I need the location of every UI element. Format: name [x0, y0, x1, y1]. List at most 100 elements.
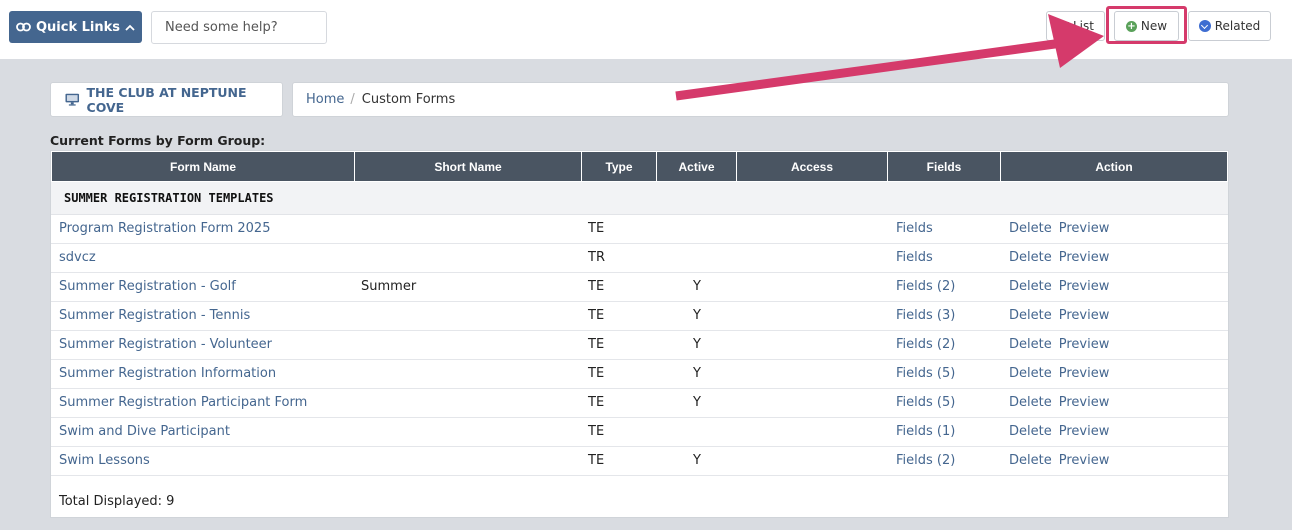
club-name: THE CLUB AT NEPTUNE COVE	[86, 84, 247, 115]
delete-link[interactable]: Delete	[1009, 453, 1052, 468]
header-type[interactable]: Type	[582, 152, 656, 181]
form-name-link[interactable]: Summer Registration - Golf	[59, 273, 236, 301]
list-button[interactable]: List	[1046, 11, 1105, 41]
related-button[interactable]: Related	[1188, 11, 1271, 41]
type-cell: TE	[588, 337, 605, 352]
form-name-link[interactable]: Summer Registration Participant Form	[59, 389, 307, 417]
active-cell: Y	[693, 337, 701, 352]
action-cell: Delete Preview	[1009, 389, 1109, 417]
forms-table-panel: Form Name Short Name Type Active Access …	[50, 150, 1229, 518]
header-access[interactable]: Access	[737, 152, 887, 181]
table-row: Summer Registration - Tennis TE Y Fields (3…	[51, 302, 1228, 331]
preview-link[interactable]: Preview	[1059, 395, 1110, 410]
action-cell: Delete Preview	[1009, 215, 1109, 243]
preview-link[interactable]: Preview	[1059, 453, 1110, 468]
list-label: List	[1073, 19, 1094, 33]
fields-link[interactable]: Fields (5)	[896, 360, 955, 388]
active-cell: Y	[693, 279, 701, 294]
table-row: Summer Registration Participant Form TE Y F…	[51, 389, 1228, 418]
form-name-link[interactable]: Swim Lessons	[59, 447, 150, 475]
preview-link[interactable]: Preview	[1059, 308, 1110, 323]
preview-link[interactable]: Preview	[1059, 250, 1110, 265]
action-cell: Delete Preview	[1009, 331, 1109, 359]
fields-link[interactable]: Fields (1)	[896, 418, 955, 446]
list-icon	[1057, 22, 1069, 30]
fields-link[interactable]: Fields (3)	[896, 302, 955, 330]
type-cell: TE	[588, 453, 605, 468]
form-group-label: SUMMER REGISTRATION TEMPLATES	[64, 191, 274, 205]
table-row: Summer Registration - Golf Summer TE Y Field…	[51, 273, 1228, 302]
related-label: Related	[1214, 19, 1261, 33]
breadcrumb-current: Custom Forms	[361, 92, 456, 107]
quick-links-button[interactable]: Quick Links	[9, 11, 142, 43]
header-active[interactable]: Active	[657, 152, 736, 181]
preview-link[interactable]: Preview	[1059, 366, 1110, 381]
delete-link[interactable]: Delete	[1009, 308, 1052, 323]
section-title: Current Forms by Form Group:	[50, 133, 266, 148]
preview-link[interactable]: Preview	[1059, 337, 1110, 352]
form-name-link[interactable]: Summer Registration - Tennis	[59, 302, 250, 330]
delete-link[interactable]: Delete	[1009, 337, 1052, 352]
header-short-name[interactable]: Short Name	[355, 152, 581, 181]
delete-link[interactable]: Delete	[1009, 424, 1052, 439]
header-action[interactable]: Action	[1001, 152, 1227, 181]
quick-links-label: Quick Links	[35, 19, 121, 35]
delete-link[interactable]: Delete	[1009, 395, 1052, 410]
table-row: Swim and Dive Participant TE Fields (1) Del…	[51, 418, 1228, 447]
chevron-down-circle-icon	[1198, 20, 1211, 32]
delete-link[interactable]: Delete	[1009, 250, 1052, 265]
preview-link[interactable]: Preview	[1059, 424, 1110, 439]
type-cell: TE	[588, 395, 605, 410]
help-search-input[interactable]	[151, 11, 327, 44]
fields-link[interactable]: Fields (2)	[896, 447, 955, 475]
form-name-link[interactable]: Summer Registration Information	[59, 360, 276, 388]
table-body: Program Registration Form 2025 TE Fields De…	[51, 215, 1228, 476]
table-row: sdvcz TR Fields Delete Preview	[51, 244, 1228, 273]
active-cell: Y	[693, 308, 701, 323]
monitor-icon	[65, 93, 80, 106]
active-cell: Y	[693, 453, 701, 468]
table-row: Program Registration Form 2025 TE Fields De…	[51, 215, 1228, 244]
breadcrumb-separator: /	[350, 92, 355, 107]
delete-link[interactable]: Delete	[1009, 279, 1052, 294]
form-name-link[interactable]: sdvcz	[59, 244, 96, 272]
active-cell: Y	[693, 366, 701, 381]
table-row: Summer Registration - Volunteer TE Y Fields…	[51, 331, 1228, 360]
short-name-cell: Summer	[361, 279, 417, 294]
type-cell: TE	[588, 279, 605, 294]
form-name-link[interactable]: Program Registration Form 2025	[59, 215, 270, 243]
form-group-row: SUMMER REGISTRATION TEMPLATES	[51, 182, 1228, 215]
preview-link[interactable]: Preview	[1059, 279, 1110, 294]
type-cell: TE	[588, 221, 605, 236]
preview-link[interactable]: Preview	[1059, 221, 1110, 236]
delete-link[interactable]: Delete	[1009, 366, 1052, 381]
action-cell: Delete Preview	[1009, 244, 1109, 272]
breadcrumb-home-link[interactable]: Home	[306, 92, 344, 107]
fields-link[interactable]: Fields (2)	[896, 331, 955, 359]
link-icon	[16, 22, 31, 32]
type-cell: TE	[588, 366, 605, 381]
chevron-up-icon	[125, 24, 135, 31]
header-form-name[interactable]: Form Name	[52, 152, 354, 181]
club-name-box[interactable]: THE CLUB AT NEPTUNE COVE	[50, 82, 283, 117]
fields-link[interactable]: Fields (2)	[896, 273, 955, 301]
form-name-link[interactable]: Swim and Dive Participant	[59, 418, 230, 446]
fields-link[interactable]: Fields	[896, 244, 933, 272]
table-row: Summer Registration Information TE Y Fields…	[51, 360, 1228, 389]
action-cell: Delete Preview	[1009, 360, 1109, 388]
action-cell: Delete Preview	[1009, 418, 1109, 446]
action-cell: Delete Preview	[1009, 273, 1109, 301]
table-header: Form Name Short Name Type Active Access …	[51, 151, 1228, 182]
action-cell: Delete Preview	[1009, 302, 1109, 330]
form-name-link[interactable]: Summer Registration - Volunteer	[59, 331, 272, 359]
breadcrumb: Home / Custom Forms	[292, 82, 1229, 117]
action-cell: Delete Preview	[1009, 447, 1109, 475]
fields-link[interactable]: Fields	[896, 215, 933, 243]
type-cell: TE	[588, 424, 605, 439]
type-cell: TE	[588, 308, 605, 323]
fields-link[interactable]: Fields (5)	[896, 389, 955, 417]
total-displayed: Total Displayed: 9	[59, 494, 175, 509]
top-toolbar: Quick Links List + New Related	[0, 0, 1292, 59]
delete-link[interactable]: Delete	[1009, 221, 1052, 236]
header-fields[interactable]: Fields	[888, 152, 1000, 181]
